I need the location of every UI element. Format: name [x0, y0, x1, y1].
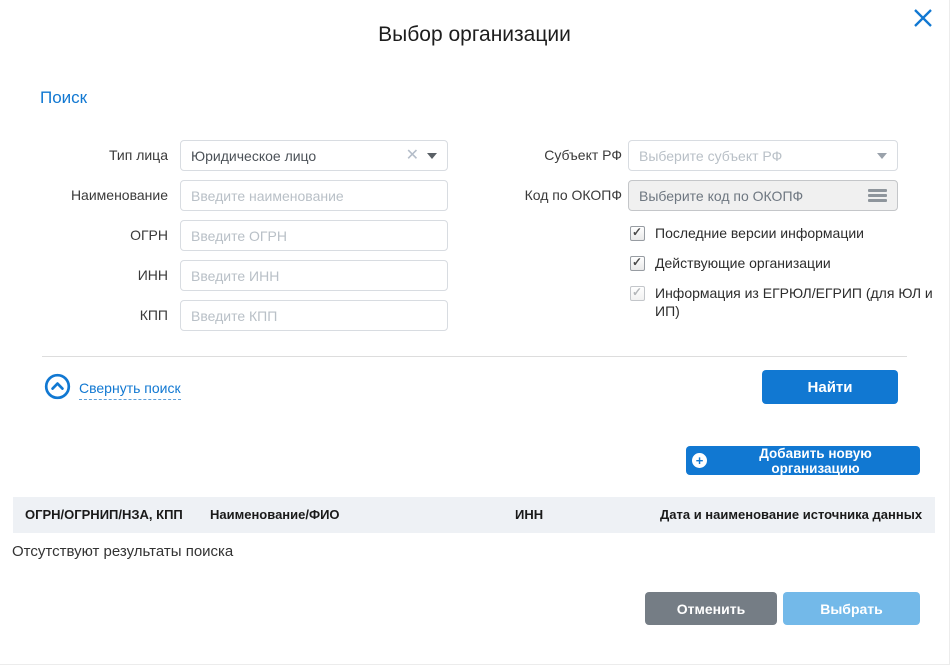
inn-label: ИНН [0, 260, 168, 291]
okopf-label: Код по ОКОПФ [490, 180, 622, 211]
kpp-label: КПП [0, 300, 168, 331]
name-label: Наименование [0, 180, 168, 211]
select-button[interactable]: Выбрать [783, 592, 920, 625]
add-organization-label: Добавить новую организацию [717, 446, 914, 476]
ogrn-input[interactable] [180, 220, 448, 251]
inn-input[interactable] [180, 260, 448, 291]
cancel-button[interactable]: Отменить [645, 592, 777, 625]
person-type-row: Тип лица Юридическое лицо ✕ [0, 140, 460, 171]
ogrn-row: ОГРН [0, 220, 460, 251]
region-row: Субъект РФ Выберите субъект РФ [490, 140, 910, 171]
column-header-name: Наименование/ФИО [210, 497, 340, 533]
region-select[interactable]: Выберите субъект РФ [628, 140, 898, 171]
chevron-up-circle-icon[interactable] [44, 373, 71, 400]
checkbox-active-orgs: Действующие организации [630, 254, 942, 272]
search-section-heading: Поиск [40, 88, 87, 108]
inn-row: ИНН [0, 260, 460, 291]
checkbox-label: Последние версии информации [655, 224, 935, 242]
find-button[interactable]: Найти [762, 370, 898, 404]
okopf-placeholder: Выберите код по ОКОПФ [639, 188, 868, 204]
checkbox-label: Действующие организации [655, 254, 935, 272]
region-label: Субъект РФ [490, 140, 622, 171]
checkbox-egrul-info-box [630, 286, 645, 301]
checkbox-active-orgs-box[interactable] [630, 256, 645, 271]
person-type-label: Тип лица [0, 140, 168, 171]
dialog-title: Выбор организации [0, 23, 949, 47]
chevron-down-icon[interactable] [877, 153, 887, 159]
collapse-search-link[interactable]: Свернуть поиск [79, 380, 181, 400]
kpp-input[interactable] [180, 300, 448, 331]
plus-icon: + [692, 453, 707, 468]
okopf-select[interactable]: Выберите код по ОКОПФ [628, 180, 898, 211]
region-placeholder: Выберите субъект РФ [639, 148, 877, 164]
person-type-select[interactable]: Юридическое лицо ✕ [180, 140, 448, 171]
column-header-inn: ИНН [515, 497, 543, 533]
add-organization-button[interactable]: + Добавить новую организацию [686, 446, 920, 475]
results-table-header: ОГРН/ОГРНИП/НЗА, КПП Наименование/ФИО ИН… [13, 497, 935, 533]
ogrn-label: ОГРН [0, 220, 168, 251]
column-header-source: Дата и наименование источника данных [660, 497, 922, 533]
organization-select-dialog: Выбор организации Поиск Тип лица Юридиче… [0, 0, 950, 665]
menu-icon[interactable] [868, 189, 887, 202]
checkbox-egrul-info: Информация из ЕГРЮЛ/ЕГРИП (для ЮЛ и ИП) [630, 284, 942, 320]
divider [42, 356, 907, 357]
checkbox-list: Последние версии информации Действующие … [630, 224, 942, 332]
chevron-down-icon[interactable] [427, 153, 437, 159]
checkbox-latest-versions: Последние версии информации [630, 224, 942, 242]
column-header-ogrn: ОГРН/ОГРНИП/НЗА, КПП [25, 497, 183, 533]
okopf-row: Код по ОКОПФ Выберите код по ОКОПФ [490, 180, 910, 211]
close-icon[interactable] [910, 5, 936, 31]
clear-icon[interactable]: ✕ [406, 148, 419, 164]
checkbox-label: Информация из ЕГРЮЛ/ЕГРИП (для ЮЛ и ИП) [655, 284, 935, 320]
kpp-row: КПП [0, 300, 460, 331]
person-type-value: Юридическое лицо [191, 148, 406, 164]
checkbox-latest-versions-box[interactable] [630, 226, 645, 241]
name-input[interactable] [180, 180, 448, 211]
name-row: Наименование [0, 180, 460, 211]
empty-results-message: Отсутствуют результаты поиска [12, 543, 233, 560]
